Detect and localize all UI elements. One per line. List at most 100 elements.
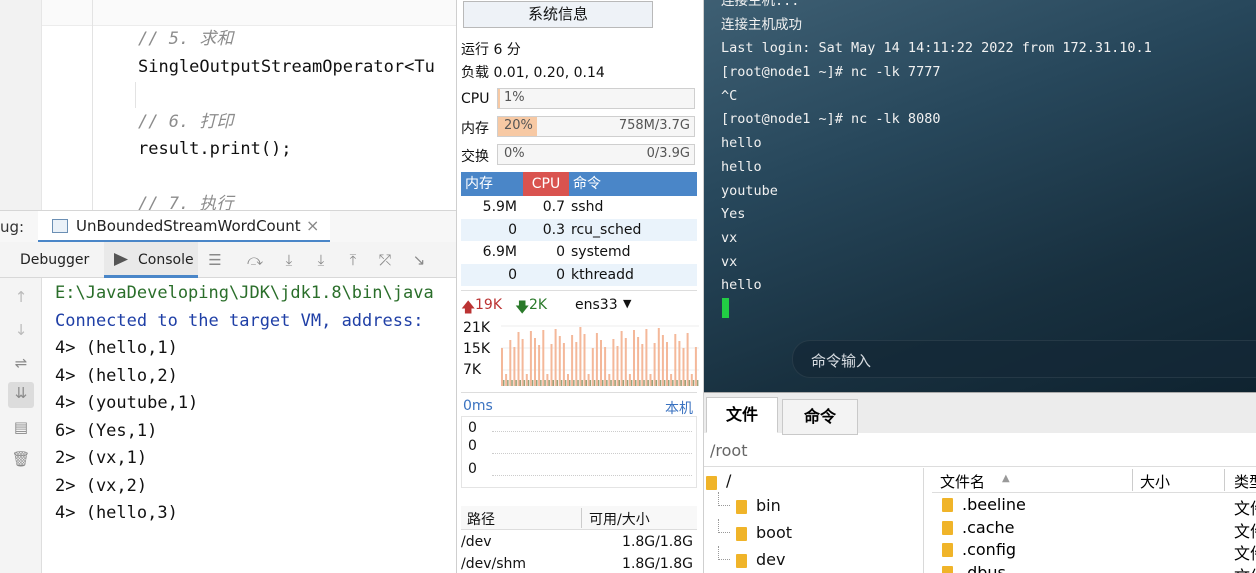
net-bar xyxy=(600,340,602,386)
code-editor[interactable]: // 5. 求和 SingleOutputStreamOperator<Tu // … xyxy=(0,0,456,210)
chevron-down-icon[interactable]: ▼ xyxy=(623,297,631,310)
process-command: systemd xyxy=(571,244,631,260)
file-row[interactable]: .beeline 文件 xyxy=(932,494,1256,518)
process-row[interactable]: 0 0 kthreadd xyxy=(461,263,697,286)
net-bar-down xyxy=(548,380,550,386)
trash-icon[interactable]: 🗑 xyxy=(10,448,32,470)
arrow-up-icon[interactable]: ↑ xyxy=(10,286,32,308)
net-bar xyxy=(620,331,623,386)
net-bar-down xyxy=(507,380,509,386)
console-line: 6> (Yes,1) xyxy=(55,420,158,441)
cpu-label: CPU xyxy=(461,91,490,107)
file-row[interactable]: .cache 文件 xyxy=(932,517,1256,541)
proc-col-cpu[interactable]: CPU xyxy=(523,172,569,196)
step-into-icon[interactable]: ⤓ xyxy=(310,249,332,271)
folder-icon xyxy=(942,498,953,512)
tree-root[interactable]: / xyxy=(726,471,731,490)
net-bar xyxy=(637,337,640,386)
latency-tick: 0 xyxy=(468,461,477,477)
file-row[interactable]: .config 文件 xyxy=(932,539,1256,563)
disk-row[interactable]: /dev/shm 1.8G/1.8G xyxy=(461,553,697,573)
net-bar xyxy=(645,329,648,386)
step-out-icon[interactable]: ⤒ xyxy=(342,249,364,271)
show-execution-point-icon[interactable]: ⤼ xyxy=(244,249,266,271)
col-type[interactable]: 类型 xyxy=(1234,471,1256,492)
ssh-terminal[interactable]: 连接主机... 连接主机成功 Last login: Sat May 14 14:1… xyxy=(704,0,1256,392)
code-lines: // 5. 求和 SingleOutputStreamOperator<Tu // … xyxy=(138,26,435,210)
file-type: 文件 xyxy=(1234,563,1256,573)
terminal-line: 连接主机... xyxy=(721,0,800,9)
net-bar-down xyxy=(618,380,620,386)
net-bar xyxy=(608,374,611,386)
run-config-tab[interactable]: UnBoundedStreamWordCount × xyxy=(38,211,330,243)
console-side-toolbar: ↑ ↓ ⇌ ⇊ ▤ 🗑 xyxy=(0,278,42,573)
scroll-to-end-icon[interactable]: ⇊ xyxy=(8,382,34,408)
terminal-line: vx xyxy=(721,229,738,246)
net-bar xyxy=(579,327,582,386)
net-bar xyxy=(562,343,565,386)
terminal-lines: 连接主机... 连接主机成功 Last login: Sat May 14 14:1… xyxy=(721,0,1152,298)
swap-value: 0% xyxy=(504,146,525,161)
process-cpu: 0.3 xyxy=(542,221,565,238)
process-mem: 6.9M xyxy=(482,244,517,260)
tree-item[interactable]: dev xyxy=(756,550,785,569)
net-bar-down xyxy=(569,380,571,386)
net-bar xyxy=(649,374,652,386)
close-icon[interactable]: × xyxy=(306,216,319,235)
tab-console[interactable]: Console xyxy=(104,242,198,278)
proc-col-cmd[interactable]: 命令 xyxy=(573,172,601,196)
disk-path: /dev xyxy=(461,534,492,550)
disk-row[interactable]: /dev 1.8G/1.8G xyxy=(461,531,697,553)
latency-host[interactable]: 本机 xyxy=(665,398,693,418)
console-output[interactable]: E:\JavaDeveloping\JDK\jdk1.8\bin\java Con… xyxy=(42,278,456,573)
evaluate-icon[interactable]: ↘ xyxy=(408,249,430,271)
net-bar-down xyxy=(614,380,616,386)
step-over-icon[interactable]: ⤓ xyxy=(278,249,300,271)
tree-item[interactable]: boot xyxy=(756,523,792,542)
tab-commands[interactable]: 命令 xyxy=(782,399,858,435)
latency-label: 0ms xyxy=(463,398,493,414)
net-bar-down xyxy=(560,380,563,386)
file-row[interactable]: .dbus 文件 xyxy=(932,562,1256,573)
net-bar xyxy=(505,374,508,386)
net-bar-down xyxy=(668,380,670,386)
command-input[interactable]: 命令输入 xyxy=(792,340,1256,378)
process-row[interactable]: 5.9M 0.7 sshd xyxy=(461,196,697,219)
disk-size: 1.8G/1.8G xyxy=(622,556,693,572)
net-bar xyxy=(521,339,524,386)
tab-debugger[interactable]: Debugger xyxy=(20,252,89,268)
proc-col-mem[interactable]: 内存 xyxy=(465,172,493,196)
run-to-cursor-icon[interactable]: ⤱ xyxy=(374,249,396,271)
console-line: 2> (vx,2) xyxy=(55,475,148,496)
sysinfo-button[interactable]: 系统信息 xyxy=(463,1,653,28)
net-interface[interactable]: ens33 xyxy=(575,297,618,313)
tab-files[interactable]: 文件 xyxy=(706,397,778,433)
col-filename[interactable]: 文件名 xyxy=(940,471,985,492)
print-icon[interactable]: ▤ xyxy=(10,416,32,438)
terminal-line: hello xyxy=(721,135,762,152)
col-size[interactable]: 大小 xyxy=(1140,471,1170,492)
disk-col-path[interactable]: 路径 xyxy=(467,509,495,529)
net-bar xyxy=(591,348,594,386)
menu-icon[interactable]: ☰ xyxy=(204,249,226,271)
process-row[interactable]: 6.9M 0 systemd xyxy=(461,241,697,264)
soft-wrap-icon[interactable]: ⇌ xyxy=(10,352,32,374)
net-bar xyxy=(653,343,656,386)
disk-col-size[interactable]: 可用/大小 xyxy=(589,509,650,529)
net-bar xyxy=(587,374,590,386)
net-bar xyxy=(678,341,681,386)
tree-item[interactable]: bin xyxy=(756,496,781,515)
path-field[interactable]: /root xyxy=(710,441,747,460)
tree-connector xyxy=(718,492,730,506)
net-bar-down xyxy=(602,380,604,386)
arrow-down-icon[interactable]: ↓ xyxy=(10,319,32,341)
net-down: 2K xyxy=(529,297,548,313)
net-bar-down xyxy=(647,380,649,386)
net-bar-down xyxy=(515,380,517,386)
grid-line xyxy=(492,431,692,432)
disk-table-header: 路径 可用/大小 xyxy=(461,506,697,530)
net-bar xyxy=(517,332,520,386)
process-row[interactable]: 0 0.3 rcu_sched xyxy=(461,218,697,241)
net-bar-down xyxy=(511,380,513,386)
uptime: 运行 6 分 xyxy=(461,42,521,58)
